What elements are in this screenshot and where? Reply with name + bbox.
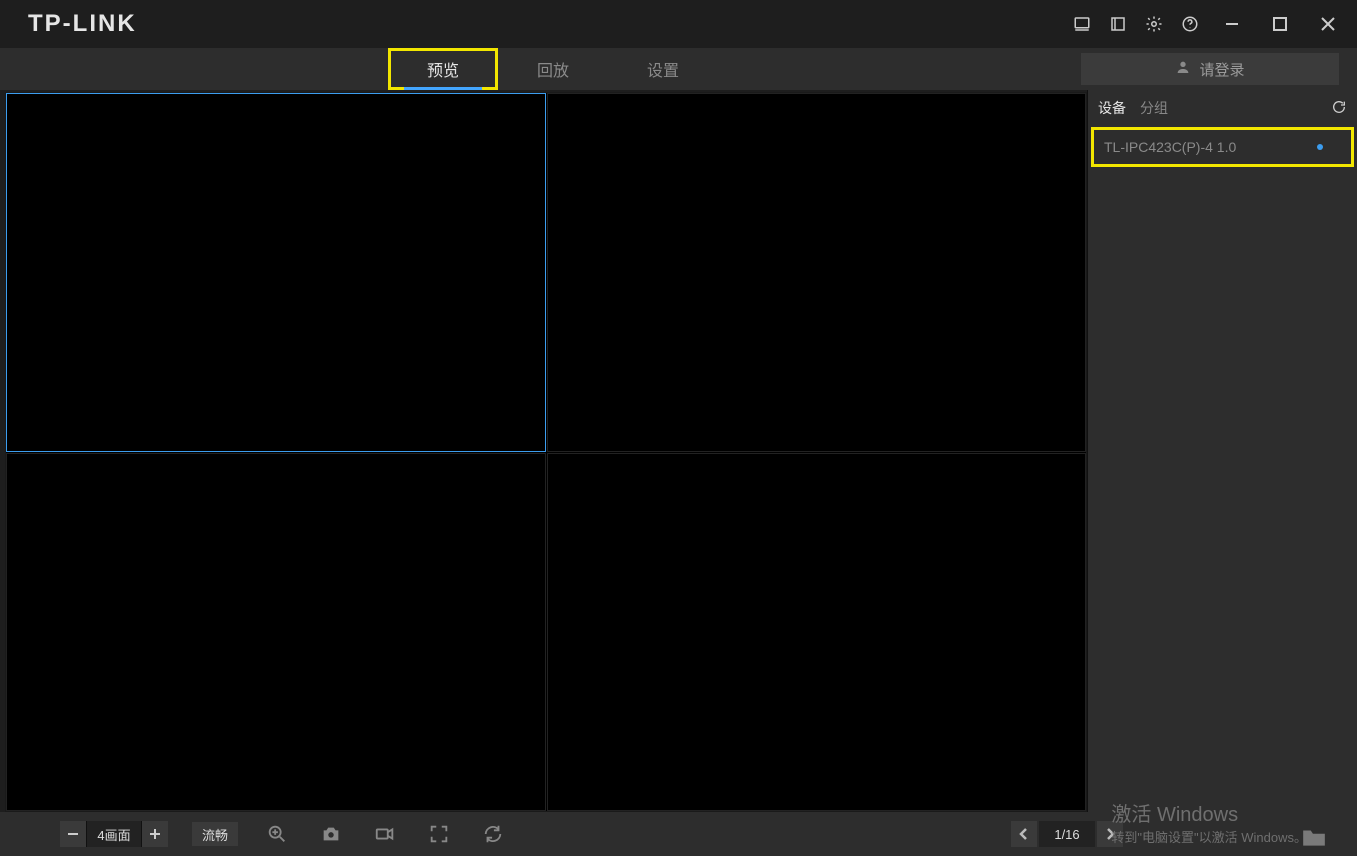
stream-mode-label: 流畅 bbox=[202, 825, 228, 844]
main-tab-bar: 预览 回放 设置 请登录 bbox=[0, 48, 1357, 90]
page-next-button[interactable] bbox=[1097, 821, 1123, 847]
stream-mode-button[interactable]: 流畅 bbox=[192, 822, 238, 846]
layout-decrease-button[interactable] bbox=[60, 821, 86, 847]
user-icon bbox=[1175, 59, 1191, 79]
help-icon[interactable] bbox=[1179, 13, 1201, 35]
tab-preview-label: 预览 bbox=[427, 57, 459, 81]
bottom-toolbar: 4画面 流畅 1/16 bbox=[0, 812, 1357, 856]
layout-label: 4画面 bbox=[86, 821, 142, 847]
record-icon[interactable] bbox=[370, 819, 400, 849]
video-cell-1[interactable] bbox=[6, 93, 546, 452]
folder-icon[interactable] bbox=[1301, 826, 1327, 848]
page-prev-button[interactable] bbox=[1011, 821, 1037, 847]
login-label: 请登录 bbox=[1199, 59, 1244, 80]
device-name: TL-IPC423C(P)-4 1.0 bbox=[1104, 139, 1236, 155]
video-cell-4[interactable] bbox=[547, 453, 1087, 812]
sidebar-icon[interactable] bbox=[1107, 13, 1129, 35]
tab-playback-label: 回放 bbox=[537, 57, 569, 81]
login-button[interactable]: 请登录 bbox=[1081, 53, 1339, 85]
sidebar-tab-device[interactable]: 设备 bbox=[1098, 98, 1126, 118]
maximize-icon[interactable] bbox=[1263, 13, 1297, 35]
close-icon[interactable] bbox=[1311, 13, 1345, 35]
tab-settings[interactable]: 设置 bbox=[608, 48, 718, 90]
screen-icon[interactable] bbox=[1071, 13, 1093, 35]
status-dot-icon bbox=[1317, 144, 1323, 150]
gear-icon[interactable] bbox=[1143, 13, 1165, 35]
page-indicator: 1/16 bbox=[1039, 821, 1095, 847]
video-cell-2[interactable] bbox=[547, 93, 1087, 452]
tab-preview[interactable]: 预览 bbox=[388, 48, 498, 90]
fullscreen-icon[interactable] bbox=[424, 819, 454, 849]
sidebar: 设备 分组 TL-IPC423C(P)-4 1.0 bbox=[1087, 90, 1357, 812]
video-cell-3[interactable] bbox=[6, 453, 546, 812]
sidebar-tab-group[interactable]: 分组 bbox=[1140, 98, 1168, 118]
pager: 1/16 bbox=[1011, 821, 1123, 847]
sync-icon[interactable] bbox=[478, 819, 508, 849]
device-item[interactable]: TL-IPC423C(P)-4 1.0 bbox=[1094, 130, 1351, 164]
main-area: 设备 分组 TL-IPC423C(P)-4 1.0 bbox=[0, 90, 1357, 812]
title-icon-group bbox=[1071, 13, 1345, 35]
snapshot-icon[interactable] bbox=[316, 819, 346, 849]
refresh-icon[interactable] bbox=[1331, 99, 1347, 118]
layout-stepper: 4画面 bbox=[60, 821, 168, 847]
minimize-icon[interactable] bbox=[1215, 13, 1249, 35]
layout-increase-button[interactable] bbox=[142, 821, 168, 847]
zoom-in-icon[interactable] bbox=[262, 819, 292, 849]
tab-playback[interactable]: 回放 bbox=[498, 48, 608, 90]
title-bar: TP-LINK bbox=[0, 0, 1357, 48]
tab-settings-label: 设置 bbox=[647, 57, 679, 81]
sidebar-tabs: 设备 分组 bbox=[1088, 90, 1357, 126]
video-grid bbox=[5, 92, 1087, 812]
brand-logo: TP-LINK bbox=[28, 10, 137, 38]
